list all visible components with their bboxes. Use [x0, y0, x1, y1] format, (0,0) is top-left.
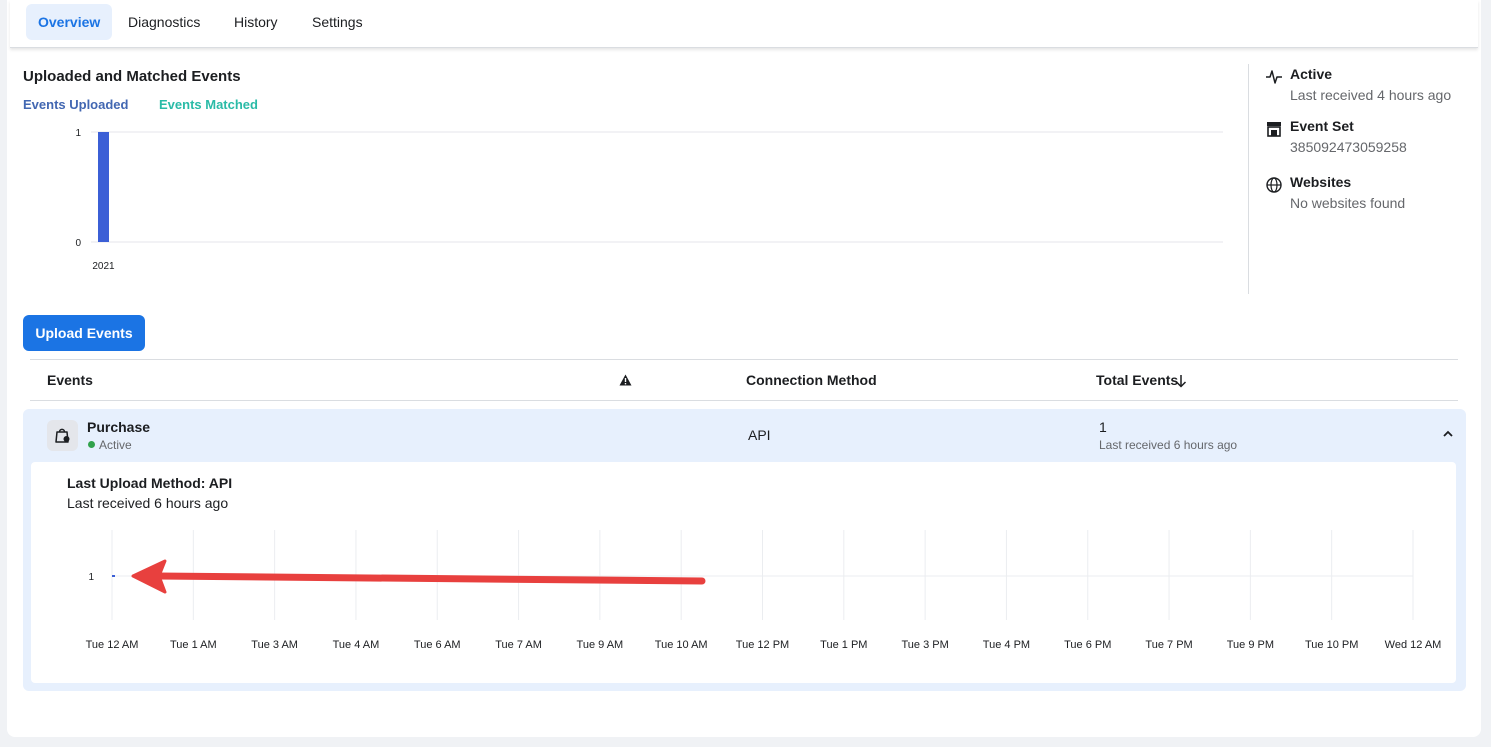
event-connection-method: API	[748, 427, 771, 443]
header-total-events[interactable]: Total Events	[1096, 372, 1178, 388]
event-name[interactable]: Purchase	[87, 419, 150, 435]
status-sub: Last received 4 hours ago	[1290, 87, 1452, 103]
header-events[interactable]: Events	[47, 372, 93, 388]
overview-chart: 0 1 2021	[75, 128, 1223, 272]
x-tick-label: Tue 12 PM	[736, 639, 789, 651]
upload-events-button[interactable]: Upload Events	[23, 315, 145, 351]
side-panel: Active Last received 4 hours ago Event S…	[1248, 64, 1468, 294]
annotation-arrow-head	[131, 559, 167, 594]
event-status: Active	[99, 438, 132, 452]
detail-sub: Last received 6 hours ago	[67, 495, 229, 511]
event-detail-card: Last Upload Method: API Last received 6 …	[31, 462, 1456, 683]
store-icon	[1267, 122, 1281, 137]
detail-title: Last Upload Method: API	[67, 475, 233, 491]
warning-icon	[619, 374, 632, 386]
x-tick-label: Tue 6 PM	[1064, 639, 1111, 651]
event-last-received: Last received 6 hours ago	[1099, 438, 1238, 452]
x-tick-label: Wed 12 AM	[1385, 639, 1442, 651]
x-tick-label: Tue 7 AM	[495, 639, 542, 651]
x-tick-label: Tue 7 PM	[1145, 639, 1192, 651]
header-connection-method[interactable]: Connection Method	[746, 372, 877, 388]
event-set-id[interactable]: 385092473059258	[1290, 139, 1407, 155]
tab-history[interactable]: History	[222, 4, 290, 40]
y-tick-label: 1	[75, 128, 81, 139]
globe-icon	[1266, 177, 1282, 193]
x-tick-label: 2021	[92, 261, 115, 272]
websites-sub: No websites found	[1290, 195, 1406, 211]
x-tick-label: Tue 3 PM	[901, 639, 948, 651]
websites-title: Websites	[1290, 174, 1352, 190]
status-dot	[88, 441, 95, 448]
x-tick-label: Tue 1 PM	[820, 639, 867, 651]
event-set-title: Event Set	[1290, 118, 1354, 134]
arrow-down-icon[interactable]	[1175, 374, 1187, 388]
x-tick-label: Tue 10 AM	[655, 639, 708, 651]
x-tick-label: Tue 4 AM	[333, 639, 380, 651]
x-tick-label: Tue 9 AM	[577, 639, 624, 651]
x-tick-label: Tue 12 AM	[86, 639, 139, 651]
main-card: Overview Diagnostics History Settings Up…	[7, 0, 1481, 737]
x-tick-label: Tue 6 AM	[414, 639, 461, 651]
tab-settings[interactable]: Settings	[300, 4, 375, 40]
annotation-arrow-shaft	[153, 572, 706, 585]
x-tick-label: Tue 10 PM	[1305, 639, 1358, 651]
activity-icon	[1266, 70, 1282, 84]
tab-overview[interactable]: Overview	[26, 4, 113, 40]
legend-events-matched[interactable]: Events Matched	[159, 97, 258, 112]
x-tick-label: Tue 3 AM	[251, 639, 298, 651]
section-title: Uploaded and Matched Events	[23, 68, 241, 85]
tab-diagnostics[interactable]: Diagnostics	[116, 4, 212, 40]
y-tick-label: 0	[75, 238, 81, 249]
event-timeline-chart: Tue 12 AM Tue 1 AM Tue 3 AM Tue 4 AM Tue 6 A…	[86, 530, 1442, 651]
table-header: Events Connection Method Total Events	[30, 359, 1458, 401]
event-total: 1	[1099, 419, 1107, 435]
shopping-bag-icon	[55, 428, 70, 443]
row-icon-box	[47, 420, 78, 451]
legend-events-uploaded[interactable]: Events Uploaded	[23, 97, 128, 112]
x-tick-label: Tue 1 AM	[170, 639, 217, 651]
tab-bar: Overview Diagnostics History Settings	[10, 0, 1478, 48]
bar	[98, 132, 109, 242]
table-row: Purchase Active API 1 Last received 6 ho…	[23, 409, 1466, 691]
chevron-up-icon[interactable]	[1441, 427, 1455, 441]
x-tick-label: Tue 9 PM	[1227, 639, 1274, 651]
y-tick-label: 1	[88, 572, 94, 583]
status-title: Active	[1290, 66, 1333, 82]
x-tick-label: Tue 4 PM	[983, 639, 1030, 651]
